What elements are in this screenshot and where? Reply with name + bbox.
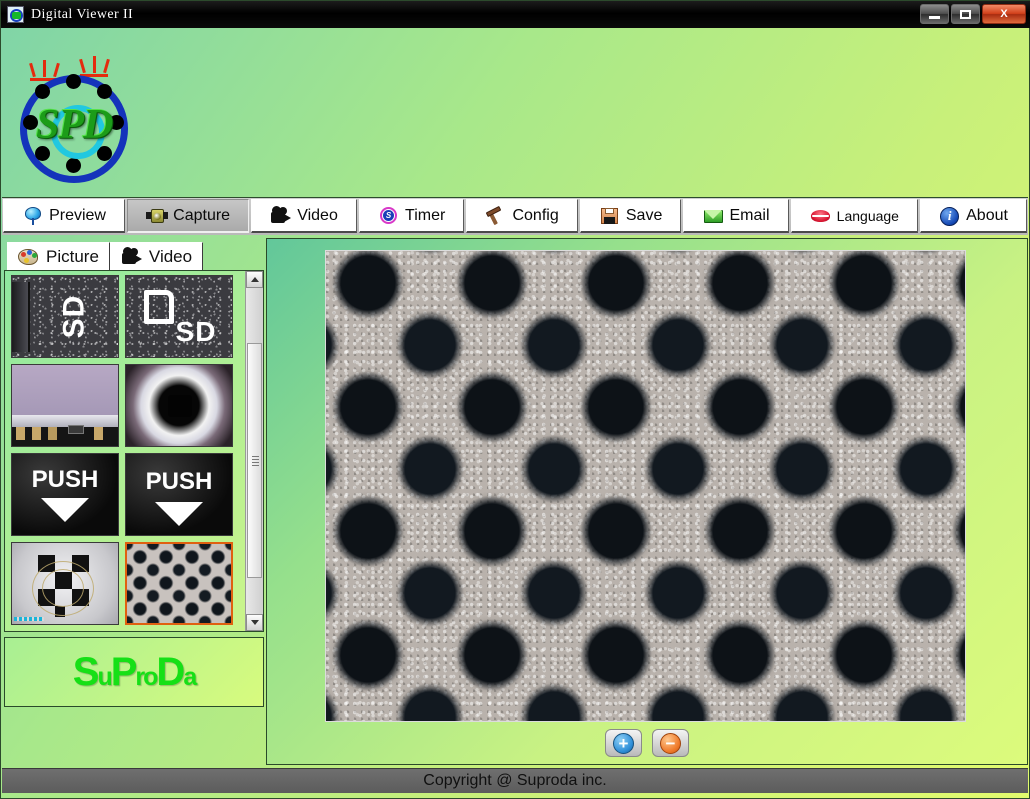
minimize-icon [929, 15, 940, 19]
thumbnail-scrollbar[interactable] [245, 271, 263, 631]
scroll-down-button[interactable] [246, 614, 263, 631]
envelope-icon [703, 206, 725, 226]
minus-icon: − [660, 732, 681, 754]
zoom-out-button[interactable]: − [652, 729, 689, 757]
minimize-button[interactable] [920, 4, 949, 24]
floppy-disk-icon [599, 206, 621, 226]
down-arrow-icon [155, 502, 203, 526]
camera-icon [146, 206, 169, 226]
preview-icon [22, 206, 44, 226]
viewer-panel: + − [266, 238, 1028, 765]
info-icon: i [939, 206, 961, 226]
thumb-caption: SD [175, 315, 217, 347]
brand-part-3: P [110, 649, 138, 694]
thumb-caption: PUSH [145, 468, 213, 495]
tab-label-picture: Picture [46, 246, 99, 266]
palette-icon [18, 248, 40, 266]
toolbar-label-email: Email [729, 206, 770, 224]
thumb-sd-card-logo[interactable]: SD [125, 275, 233, 358]
thumb-perforated-metal[interactable] [125, 542, 233, 625]
hammer-icon [485, 205, 507, 226]
brand-part-5: D [156, 649, 185, 694]
brand-part-1: S [72, 649, 100, 694]
toolbar-button-about[interactable]: i About [920, 199, 1028, 233]
thumb-resolution-chart[interactable] [11, 542, 119, 625]
toolbar-label-config: Config [512, 206, 559, 224]
crown-mark-right [79, 56, 110, 77]
down-arrow-icon [41, 498, 89, 522]
scrollbar-thumb[interactable] [247, 343, 262, 578]
thumb-circuit-board[interactable] [11, 364, 119, 447]
toolbar-label-language: Language [836, 207, 899, 224]
toolbar-button-config[interactable]: Config [466, 199, 578, 233]
tab-label-video: Video [148, 246, 193, 266]
brand-part-6: a [183, 662, 197, 691]
thumb-sd-text-rotated[interactable]: SD [11, 275, 119, 358]
grip-icon [252, 455, 259, 467]
toolbar-button-email[interactable]: Email [683, 199, 789, 233]
toolbar-label-save: Save [625, 206, 663, 224]
toolbar-button-timer[interactable]: S Timer [358, 199, 465, 233]
lips-icon [810, 206, 832, 226]
copyright-text: Copyright @ Suproda inc. [423, 772, 607, 789]
toolbar-label-about: About [966, 206, 1008, 224]
brand-panel: SuProDa [4, 637, 264, 707]
toolbar-label-video: Video [297, 206, 338, 224]
brand-part-4: ro [135, 662, 158, 691]
main-image-viewer[interactable] [325, 250, 966, 722]
scroll-up-button[interactable] [246, 271, 263, 288]
plus-icon: + [613, 732, 634, 754]
thumb-caption: SD [57, 294, 90, 339]
window-title: Digital Viewer II [31, 6, 134, 22]
toolbar-button-video[interactable]: Video [251, 199, 357, 233]
close-button[interactable]: X [982, 4, 1026, 24]
brand-part-2: u [97, 662, 112, 691]
thumb-lens-aperture[interactable] [125, 364, 233, 447]
suproda-wordmark: SuProDa [72, 649, 197, 695]
sidebar-tabs: Picture Video [7, 238, 204, 272]
thumb-caption: PUSH [31, 466, 99, 493]
toolbar-button-language[interactable]: Language [790, 199, 919, 233]
maximize-icon [960, 9, 971, 19]
spd-circular-logo: SPD [18, 53, 158, 183]
header-banner: SPD [2, 28, 1028, 196]
status-bar: Copyright @ Suproda inc. [2, 768, 1028, 793]
tab-video[interactable]: Video [109, 242, 204, 272]
movie-camera-icon [121, 246, 143, 267]
logo-wordmark: SPD [36, 102, 113, 148]
toolbar-button-capture[interactable]: Capture [127, 199, 250, 233]
toolbar-button-save[interactable]: Save [579, 199, 682, 233]
tab-picture[interactable]: Picture [7, 242, 110, 272]
zoom-controls: + − [267, 729, 1027, 757]
thumb-push-label-1[interactable]: PUSH [11, 453, 119, 536]
movie-camera-icon [270, 205, 292, 226]
thumbnail-panel: SD SD PUSH PUSH [4, 270, 264, 632]
toolbar-label-preview: Preview [49, 206, 106, 224]
clock-icon: S [378, 206, 400, 226]
chevron-up-icon [250, 277, 259, 282]
window-controls: X [920, 4, 1026, 24]
application-window: Digital Viewer II X SPD Preview Capture … [0, 0, 1030, 799]
thumbnail-grid: SD SD PUSH PUSH [5, 271, 245, 631]
sidebar: Picture Video SD SD PUSH PUSH SuProDa [4, 238, 264, 765]
main-toolbar: Preview Capture Video S Timer Config Sav… [2, 197, 1028, 235]
toolbar-label-timer: Timer [405, 206, 446, 224]
maximize-button[interactable] [951, 4, 980, 24]
toolbar-button-preview[interactable]: Preview [3, 199, 126, 233]
title-bar: Digital Viewer II X [1, 1, 1030, 28]
zoom-in-button[interactable]: + [605, 729, 642, 757]
chevron-down-icon [250, 620, 259, 625]
toolbar-label-capture: Capture [173, 206, 231, 224]
thumb-push-label-2[interactable]: PUSH [125, 453, 233, 536]
app-logo-icon [7, 6, 24, 23]
